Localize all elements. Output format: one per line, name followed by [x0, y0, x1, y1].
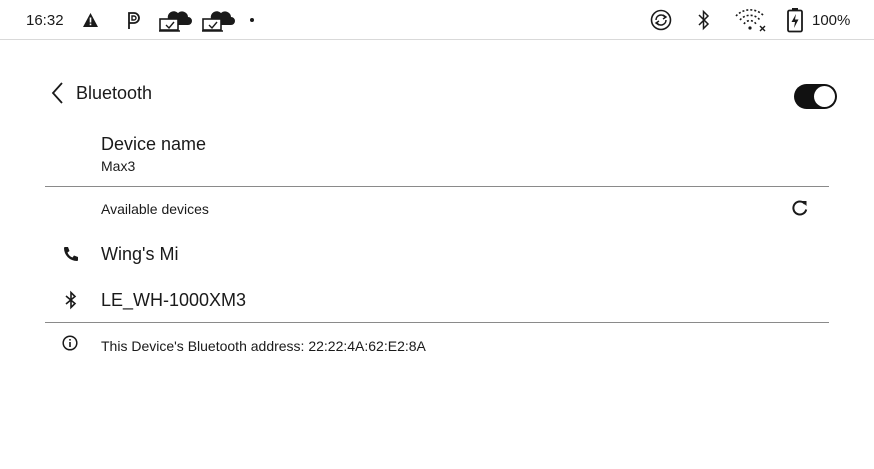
refresh-icon	[790, 198, 810, 218]
bluetooth-address-text: This Device's Bluetooth address: 22:22:4…	[101, 338, 426, 354]
bluetooth-toggle[interactable]	[794, 84, 837, 109]
device-name-text: Wing's Mi	[101, 244, 179, 264]
refresh-button[interactable]	[790, 198, 810, 218]
p-app-icon	[123, 0, 143, 40]
bluetooth-settings-screen: 16:32 100% Bluetooth Device name Max3 Av…	[0, 0, 874, 469]
cloud-sync-icon	[201, 0, 235, 40]
available-devices-header: Available devices	[101, 201, 209, 217]
sync-icon	[649, 0, 673, 40]
chevron-left-icon	[50, 81, 64, 105]
device-row-wings-mi[interactable]: Wing's Mi	[45, 234, 829, 274]
device-name-value: Max3	[101, 158, 136, 174]
phone-icon	[61, 244, 81, 264]
status-time: 16:32	[26, 11, 64, 29]
back-button[interactable]: Bluetooth	[50, 78, 170, 108]
divider	[45, 322, 829, 323]
bluetooth-icon	[697, 0, 711, 40]
wifi-icon	[734, 0, 768, 40]
bluetooth-address-info: This Device's Bluetooth address: 22:22:4…	[45, 333, 829, 359]
page-title: Bluetooth	[76, 82, 153, 103]
device-name-label: Device name	[101, 134, 207, 154]
bluetooth-icon	[61, 290, 81, 310]
battery-percentage: 100%	[812, 11, 851, 29]
dot-icon	[249, 0, 255, 40]
cloud-sync-icon	[158, 0, 192, 40]
device-row-le-wh-1000xm3[interactable]: LE_WH-1000XM3	[45, 280, 829, 320]
status-bar: 16:32 100%	[0, 0, 874, 40]
device-name-item[interactable]: Device name Max3	[101, 133, 701, 175]
info-icon	[62, 335, 78, 351]
battery-charging-icon	[786, 0, 804, 40]
divider	[45, 186, 829, 187]
toggle-knob	[814, 86, 835, 107]
warning-icon	[82, 0, 99, 40]
device-name-text: LE_WH-1000XM3	[101, 290, 247, 310]
